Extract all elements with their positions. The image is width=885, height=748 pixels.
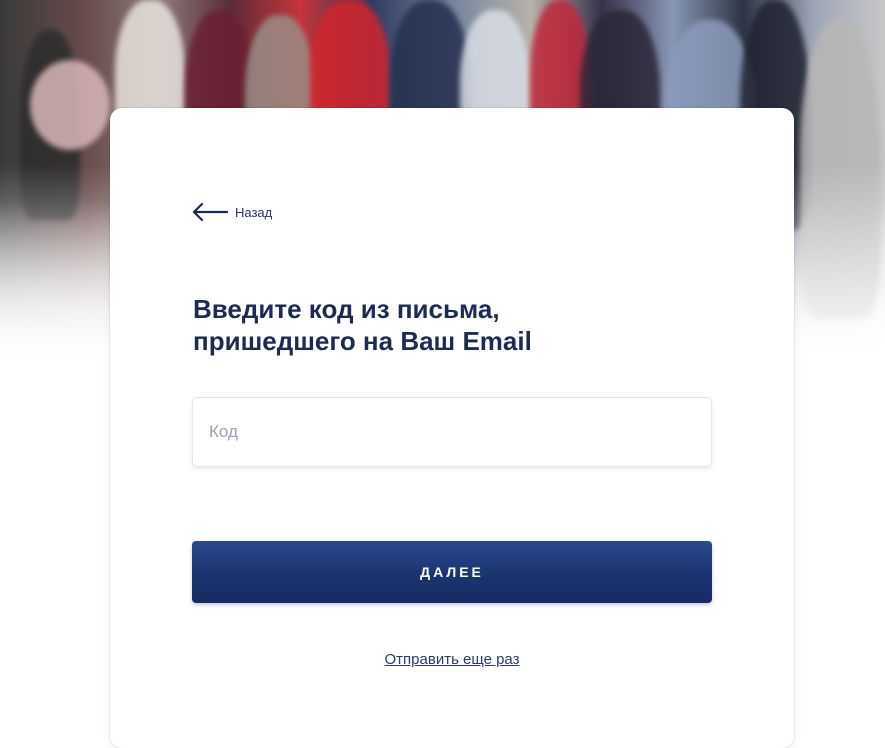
arrow-left-icon	[191, 202, 229, 222]
verification-card: Назад Введите код из письма, пришедшего …	[110, 108, 794, 748]
page-title-line2: пришедшего на Ваш Email	[193, 326, 532, 356]
page-title: Введите код из письма, пришедшего на Ваш…	[193, 293, 753, 357]
code-input[interactable]	[192, 397, 712, 467]
back-link[interactable]: Назад	[191, 202, 272, 222]
resend-code-link[interactable]: Отправить еще раз	[110, 651, 794, 668]
back-link-label: Назад	[235, 204, 273, 220]
next-button[interactable]: ДАЛЕЕ	[192, 541, 712, 603]
page-title-line1: Введите код из письма,	[193, 294, 500, 324]
